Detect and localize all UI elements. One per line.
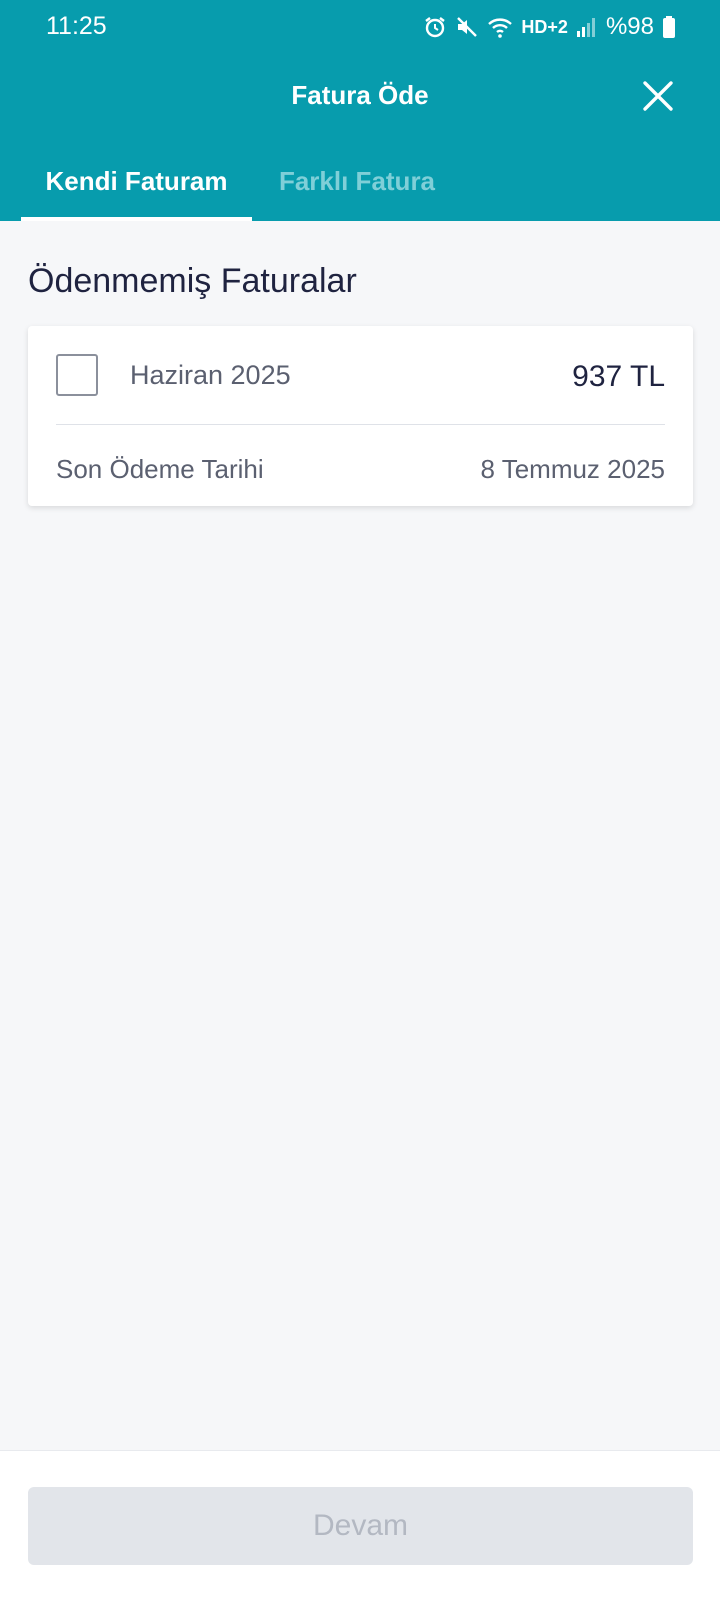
- tab-kendi-faturam[interactable]: Kendi Faturam: [21, 150, 252, 221]
- status-icons: HD+2 %98: [423, 12, 676, 42]
- status-bar: 11:25 HD+2 %98: [0, 0, 720, 52]
- wifi-icon: [487, 15, 513, 39]
- battery-icon: [662, 15, 676, 39]
- alarm-icon: [423, 15, 447, 39]
- invoice-checkbox[interactable]: [56, 354, 98, 396]
- invoice-amount: 937 TL: [572, 360, 665, 393]
- due-date-value: 8 Temmuz 2025: [480, 454, 665, 484]
- tab-bar: Kendi Faturam Farklı Fatura: [0, 150, 720, 221]
- mute-icon: [455, 15, 479, 39]
- app-header: 11:25 HD+2 %98 Fatura Öde Kendi Faturam …: [0, 0, 720, 221]
- tab-farkli-fatura[interactable]: Farklı Fatura: [262, 150, 452, 221]
- due-date-label: Son Ödeme Tarihi: [56, 454, 264, 484]
- continue-button[interactable]: Devam: [28, 1487, 693, 1565]
- footer-bar: Devam: [0, 1450, 720, 1600]
- network-type: HD+2: [521, 16, 568, 37]
- close-icon: [643, 81, 673, 111]
- status-time: 11:25: [46, 12, 107, 40]
- invoice-card[interactable]: Haziran 2025 937 TL Son Ödeme Tarihi 8 T…: [28, 326, 693, 506]
- page-title: Fatura Öde: [291, 80, 429, 110]
- signal-icon: [576, 16, 596, 38]
- divider: [56, 424, 665, 425]
- section-title: Ödenmemiş Faturalar: [28, 262, 357, 300]
- battery-percent: %98: [605, 13, 654, 40]
- close-button[interactable]: [636, 74, 680, 118]
- invoice-period: Haziran 2025: [130, 360, 291, 390]
